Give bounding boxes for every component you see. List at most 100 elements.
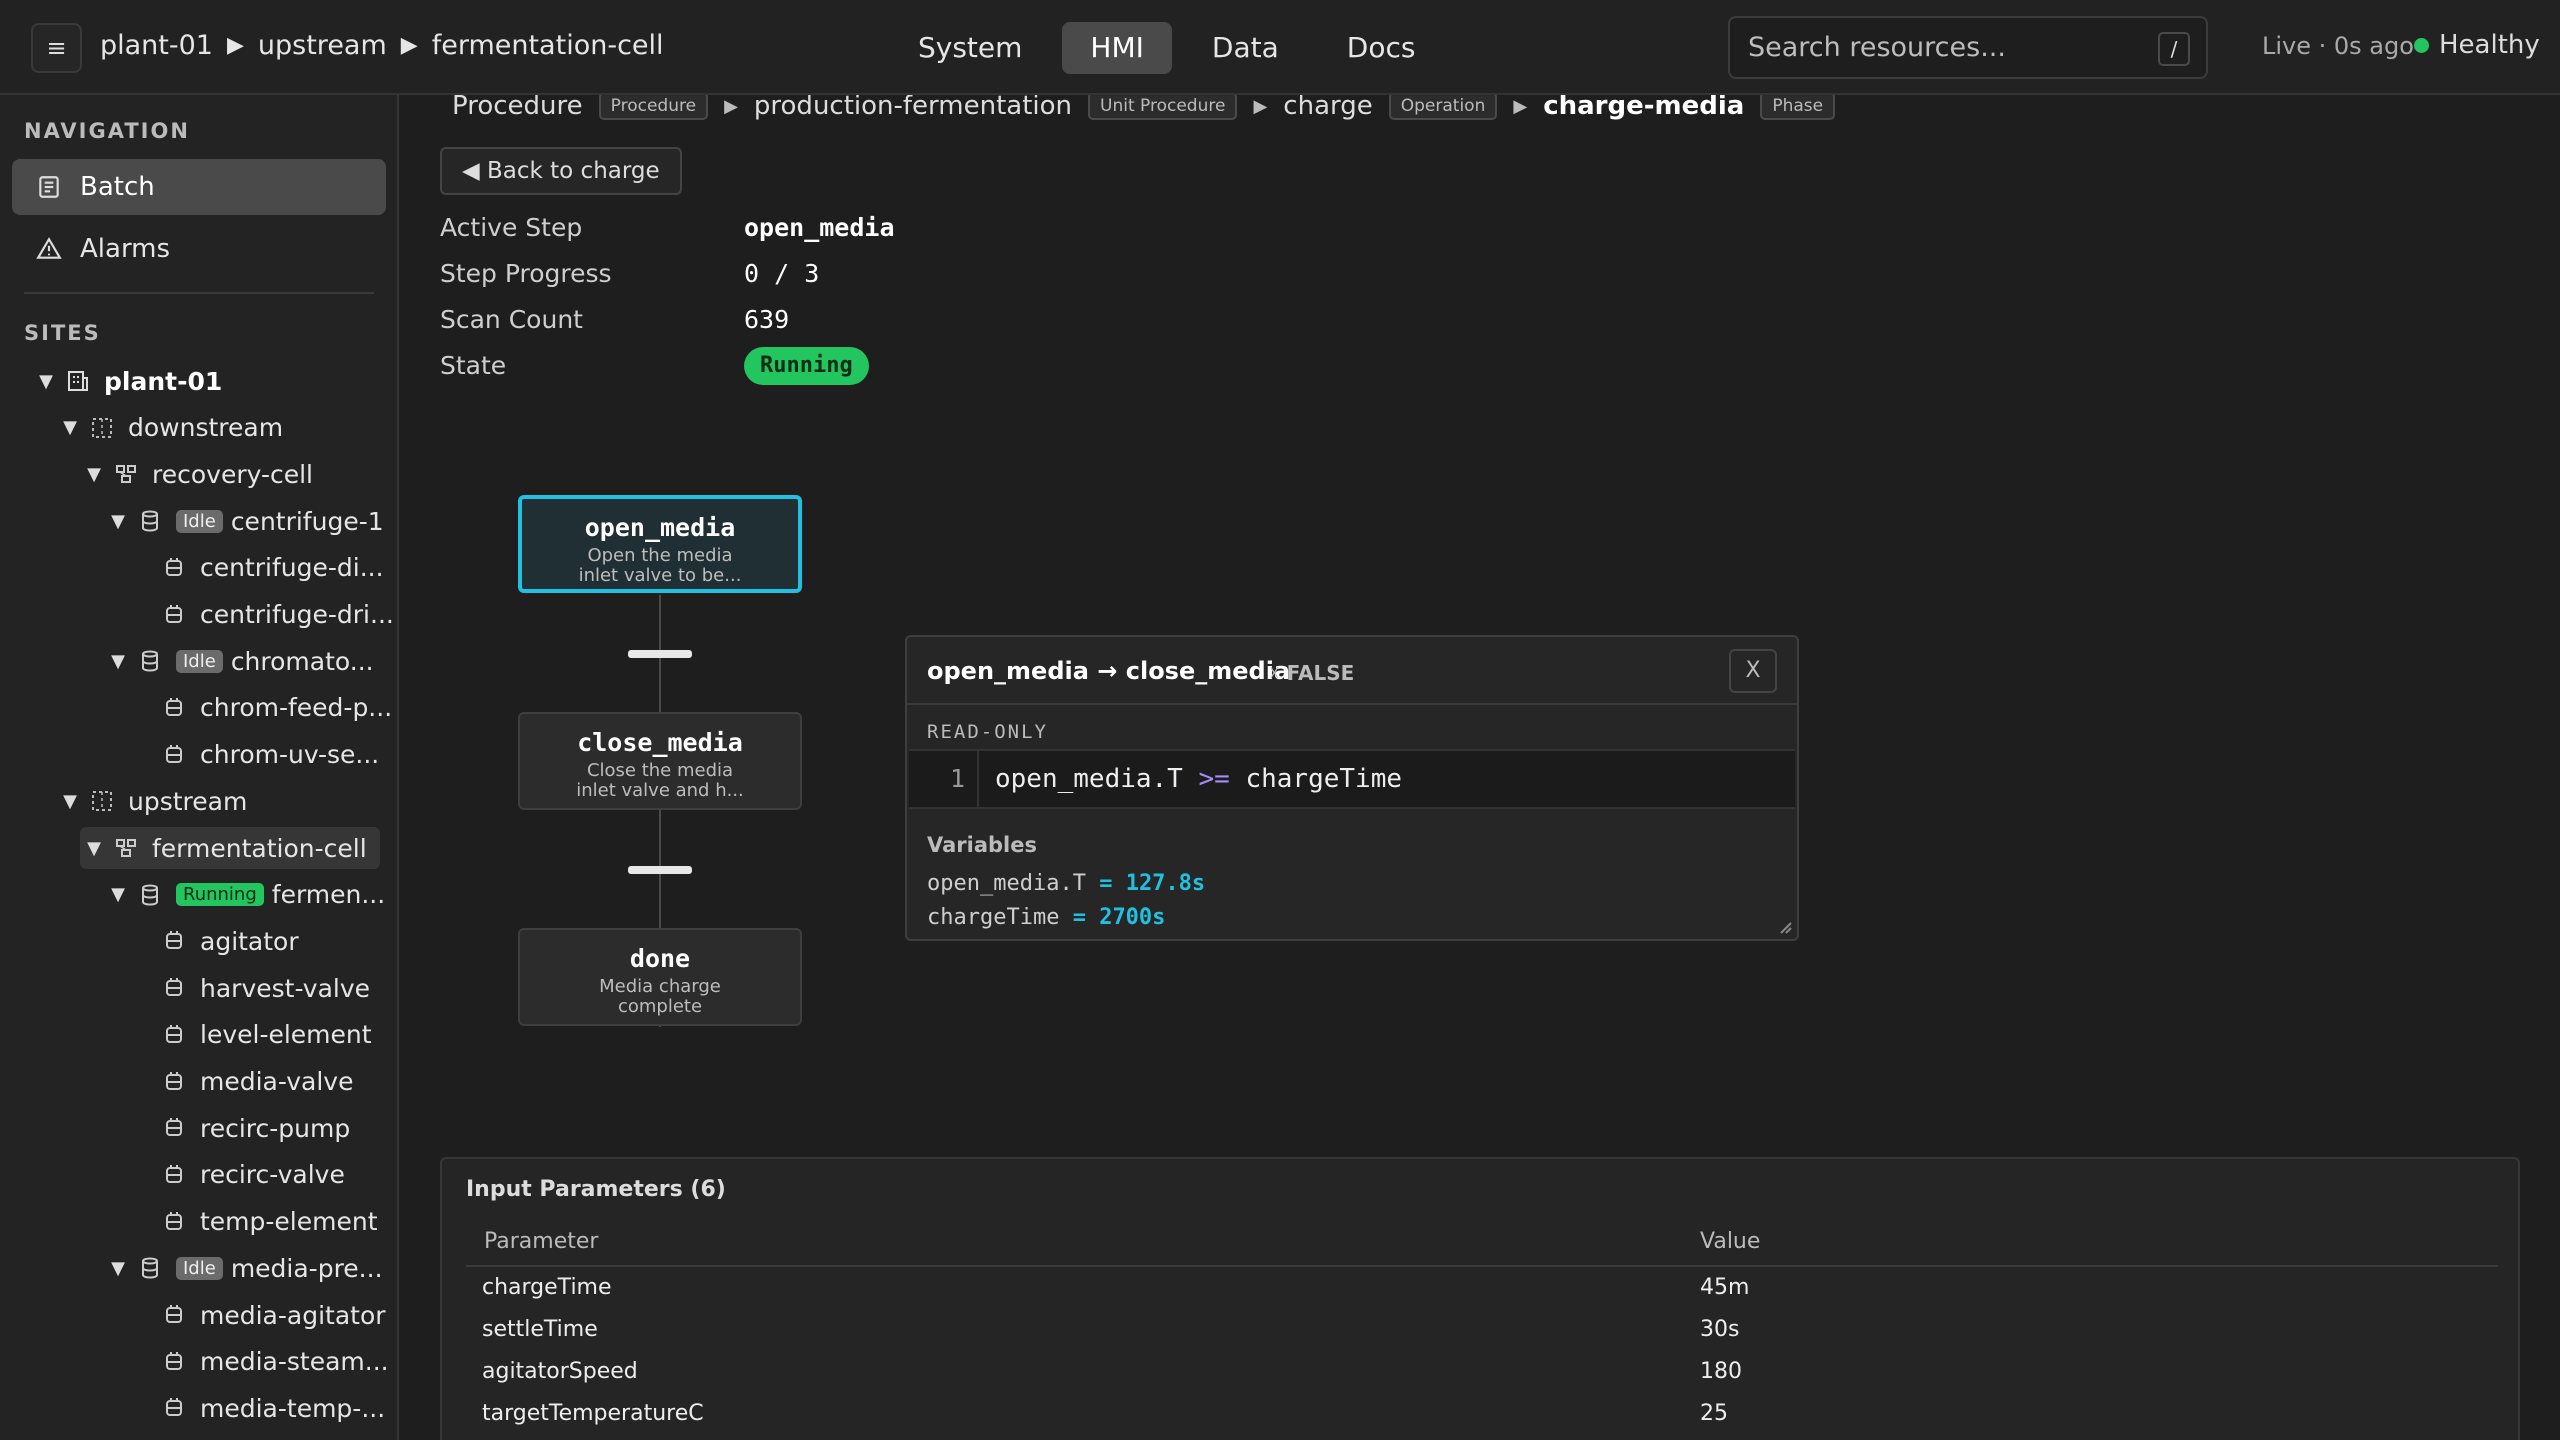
transition-bar[interactable] <box>628 866 692 874</box>
tree-item-label: agitator <box>200 926 299 956</box>
tree-item-label: chrom-feed-p... <box>200 693 393 723</box>
tree-item[interactable]: recirc-pump <box>130 1107 350 1149</box>
procedure-link[interactable]: Procedure <box>452 95 583 121</box>
chevron-down-icon[interactable]: ▼ <box>82 464 106 485</box>
sidebar-item-alarms[interactable]: Alarms <box>12 221 386 277</box>
tree-item-label: media-temp-... <box>200 1393 386 1423</box>
live-status: Live · 0s ago <box>2262 32 2414 60</box>
tree-item[interactable]: chrom-feed-p... <box>130 687 392 729</box>
search-shortcut-key: / <box>2158 32 2190 66</box>
tree-item[interactable]: media-agitator <box>130 1294 386 1336</box>
chevron-right-icon: ▶ <box>1513 95 1528 117</box>
tree-item-label: chromato... <box>230 646 374 676</box>
tree-item[interactable]: ▼ downstream <box>58 407 283 449</box>
tree-item-label: media-agitator <box>200 1300 386 1330</box>
tab-system[interactable]: System <box>890 22 1050 74</box>
sidebar-item-batch[interactable]: Batch <box>12 159 386 215</box>
param-name: targetTemperatureC <box>482 1401 704 1426</box>
operation-link[interactable]: charge <box>1283 95 1372 121</box>
unit-icon <box>138 883 162 907</box>
param-value: 30s <box>1700 1317 1740 1342</box>
step-open-media[interactable]: open_media Open the media inlet valve to… <box>518 495 802 593</box>
tree-item[interactable]: media-temp-... <box>130 1387 385 1429</box>
tree-item-label: centrifuge-1 <box>230 506 384 536</box>
procedure-breadcrumb: Procedure Procedure ▶ production-ferment… <box>452 95 1836 121</box>
tree-item[interactable]: media-steam... <box>130 1341 389 1383</box>
tree-item[interactable]: ▼ upstream <box>58 780 247 822</box>
module-icon <box>162 1023 186 1047</box>
module-icon <box>162 929 186 953</box>
module-icon <box>162 603 186 627</box>
tab-hmi[interactable]: HMI <box>1062 22 1172 74</box>
tree-item-label: plant-01 <box>104 366 223 396</box>
tree-item-label: centrifuge-di... <box>200 553 384 583</box>
step-close-media[interactable]: close_media Close the media inlet valve … <box>518 712 802 810</box>
chevron-down-icon[interactable]: ▼ <box>82 838 106 859</box>
tree-item-label: level-element <box>200 1020 372 1050</box>
tree-item[interactable]: centrifuge-dri... <box>130 594 394 636</box>
unit-procedure-link[interactable]: production-fermentation <box>754 95 1072 121</box>
breadcrumb-plant[interactable]: plant-01 <box>100 30 213 61</box>
tree-item[interactable]: ▼ Idle media-pre... <box>106 1247 382 1289</box>
close-button[interactable]: X <box>1729 649 1777 693</box>
tree-item[interactable]: centrifuge-di... <box>130 547 384 589</box>
tree-item[interactable]: ▼ recovery-cell <box>82 453 313 495</box>
tree-item[interactable]: ▼ Running fermen... <box>106 874 385 916</box>
module-icon <box>162 696 186 720</box>
tree-item[interactable]: recirc-valve <box>130 1154 345 1196</box>
tree-item[interactable]: ▼ fermentation-cell <box>80 827 380 869</box>
variable-name: open_media.T <box>927 871 1086 896</box>
tree-item-label: fermen... <box>271 880 386 910</box>
tree-item[interactable]: media-valve <box>130 1061 353 1103</box>
breadcrumb-area[interactable]: upstream <box>258 30 387 61</box>
tab-docs[interactable]: Docs <box>1319 22 1444 74</box>
chevron-down-icon[interactable]: ▼ <box>58 791 82 812</box>
code-editor: 1 open_media.T >= chargeTime <box>909 749 1795 809</box>
tree-item[interactable]: ▼ Idle chromato... <box>106 640 374 682</box>
cell-icon <box>114 836 138 860</box>
unit-icon <box>138 509 162 533</box>
tree-item[interactable]: level-element <box>130 1014 372 1056</box>
level-tag: Phase <box>1760 95 1836 120</box>
tree-item-label: chrom-uv-se... <box>200 740 380 770</box>
building-icon <box>66 369 90 393</box>
sidebar-item-label: Alarms <box>80 234 171 264</box>
chevron-down-icon[interactable]: ▼ <box>34 371 58 392</box>
variable-row: chargeTime = 2700s <box>927 905 1165 930</box>
popup-header: open_media → close_media ☓ FALSE X <box>907 637 1797 705</box>
variable-name: chargeTime <box>927 905 1060 930</box>
tree-item[interactable]: ▼ plant-01 <box>34 360 222 402</box>
sidebar-item-label: Batch <box>80 172 155 202</box>
param-value: 180 <box>1700 1359 1742 1384</box>
tree-item-label: media-steam... <box>200 1347 389 1377</box>
menu-button[interactable]: ≡ <box>31 23 82 73</box>
step-description: Media charge complete <box>599 976 721 1017</box>
tree-item[interactable]: media-... <box>130 1434 311 1440</box>
search-box[interactable]: Search resources... / <box>1728 16 2208 79</box>
chevron-down-icon[interactable]: ▼ <box>106 1258 130 1279</box>
tree-item[interactable]: agitator <box>130 920 299 962</box>
step-done[interactable]: done Media charge complete <box>518 928 802 1026</box>
search-input[interactable]: Search resources... <box>1748 32 2006 63</box>
resize-handle-icon[interactable] <box>1779 921 1793 935</box>
alarm-icon <box>36 237 62 259</box>
tree-item[interactable]: ▼ Idle centrifuge-1 <box>106 500 384 542</box>
top-bar: ≡ plant-01 ▶ upstream ▶ fermentation-cel… <box>0 0 2560 95</box>
tree-item[interactable]: chrom-uv-se... <box>130 734 379 776</box>
breadcrumb-cell[interactable]: fermentation-cell <box>432 30 664 61</box>
tab-data[interactable]: Data <box>1184 22 1307 74</box>
chevron-down-icon[interactable]: ▼ <box>106 884 130 905</box>
level-tag: Operation <box>1388 95 1498 120</box>
chevron-down-icon[interactable]: ▼ <box>58 417 82 438</box>
tree-item[interactable]: temp-element <box>130 1201 378 1243</box>
transition-bar[interactable] <box>628 650 692 658</box>
tree-item[interactable]: harvest-valve <box>130 967 370 1009</box>
chevron-down-icon[interactable]: ▼ <box>106 651 130 672</box>
module-icon <box>162 743 186 767</box>
param-value: 25 <box>1700 1401 1728 1426</box>
status-badge: Idle <box>176 509 223 533</box>
back-button[interactable]: ◀ Back to charge <box>440 147 682 195</box>
panel-title: Input Parameters (6) <box>466 1177 726 1202</box>
chevron-down-icon[interactable]: ▼ <box>106 511 130 532</box>
variable-row: open_media.T = 127.8s <box>927 871 1205 896</box>
